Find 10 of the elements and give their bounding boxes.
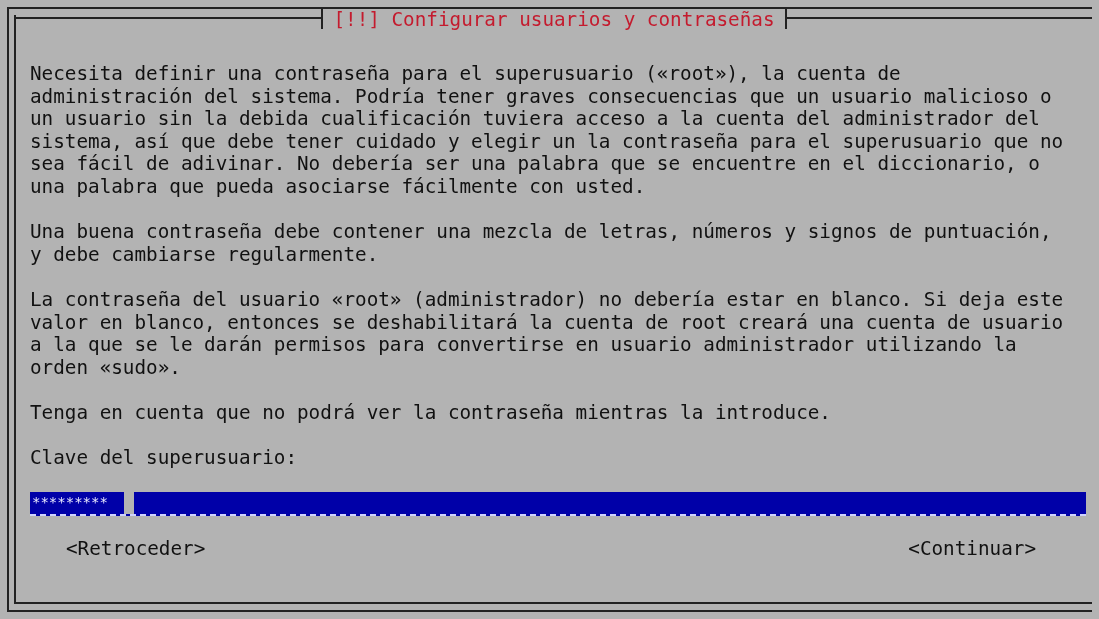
password-field[interactable]: ********* — [30, 491, 1086, 516]
field-label: Clave del superusuario: — [30, 447, 298, 470]
dialog-title: [!!] Configurar usuarios y contraseñas — [321, 9, 787, 29]
text-cursor — [124, 491, 134, 514]
paragraph: Tenga en cuenta que no podrá ver la contraseña mientras la introduce. — [30, 401, 832, 425]
paragraph: Una buena contraseña debe contener una mezcla de letras, números y signos de puntuación, y debe cambiarse regularmente. — [30, 221, 1053, 267]
back-button[interactable]: <Retroceder> — [64, 537, 208, 561]
paragraph: Necesita definir una contraseña para el superusuario («root»), la cuenta de administración del sistema. Podría tener graves consecuencias que un usuario malicioso o un usuario sin la debida cualificación tuviera acceso a la cuenta del administrador del sistema, así que debe tener cuidado y elegir un la contraseña para el superusuario que no sea fácil de adivinar. No debería ser una palabra que se encuentre en el diccionario, o una palabra que pueda asociarse fácilmente con usted. — [30, 63, 1065, 199]
paragraph: La contraseña del usuario «root» (administrador) no debería estar en blanco. Si deja este valor en blanco, entonces se deshabilitará la cuenta de root creará una cuenta de usuario a la que se le darán permisos para convertirse en usuario administrador utilizando la orden «sudo». — [30, 288, 1065, 380]
continue-button[interactable]: <Continuar> — [906, 537, 1038, 561]
